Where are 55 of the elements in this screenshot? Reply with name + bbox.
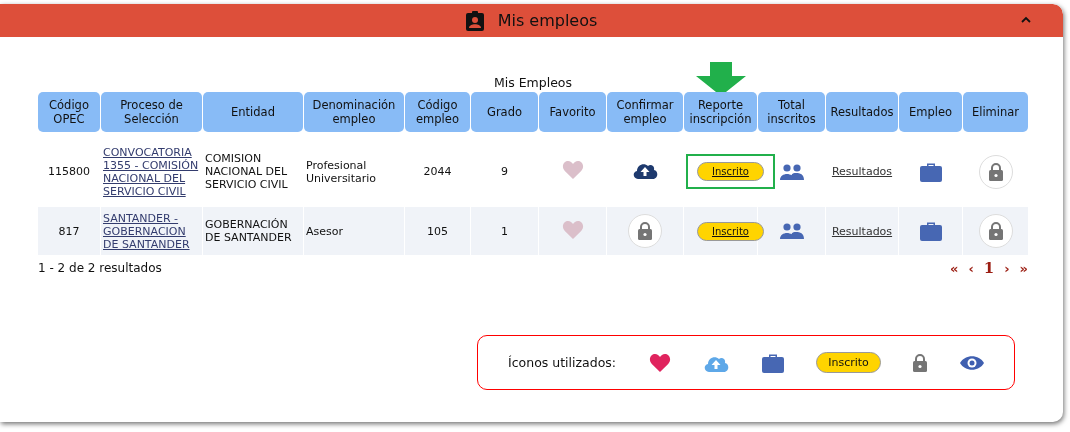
id-badge-icon bbox=[465, 10, 484, 31]
heart-icon[interactable] bbox=[648, 352, 671, 373]
lock-icon bbox=[638, 222, 652, 240]
table-cell: 1 bbox=[471, 207, 538, 255]
inscrito-badge[interactable]: Inscrito bbox=[697, 162, 764, 181]
eye-icon bbox=[959, 354, 984, 371]
briefcase-icon[interactable] bbox=[919, 161, 942, 182]
column-header: Entidad bbox=[203, 92, 303, 132]
legend-label: Íconos utilizados: bbox=[508, 355, 617, 370]
table-cell: 105 bbox=[405, 207, 470, 255]
column-header: Total inscritos bbox=[758, 92, 825, 132]
users-icon[interactable] bbox=[779, 163, 804, 180]
panel-title: Mis empleos bbox=[497, 11, 598, 30]
table-cell-text: COMISION NACIONAL DEL SERVICIO CIVIL bbox=[204, 151, 289, 193]
column-header: Empleo bbox=[899, 92, 962, 132]
column-header: Confirmar empleo bbox=[607, 92, 683, 132]
cloud-upload-icon[interactable] bbox=[632, 161, 658, 179]
inscrito-badge: Inscrito bbox=[816, 352, 881, 373]
briefcase-icon[interactable] bbox=[919, 221, 942, 241]
column-header: Resultados bbox=[826, 92, 898, 132]
results-summary: 1 - 2 de 2 resultados bbox=[38, 261, 162, 275]
users-icon[interactable] bbox=[779, 223, 804, 239]
column-header: Código OPEC bbox=[38, 92, 100, 132]
table-cell-text: Profesional Universitario bbox=[305, 157, 378, 187]
column-header: Favorito bbox=[539, 92, 606, 132]
table-cell: Asesor bbox=[304, 207, 404, 255]
process-link[interactable]: CONVOCATORIA 1355 - COMISIÓN NACIONAL DEL SERVICIO CIVIL bbox=[103, 145, 200, 198]
table-cell-text: 9 bbox=[500, 164, 509, 180]
column-header: Grado bbox=[471, 92, 538, 132]
column-header: Eliminar bbox=[963, 92, 1028, 132]
pagination-link[interactable]: » bbox=[1019, 260, 1028, 276]
table-caption: Mis Empleos bbox=[493, 75, 573, 92]
table-cell: GOBERNACIÓN DE SANTANDER bbox=[203, 207, 303, 255]
results-link[interactable]: Resultados bbox=[831, 165, 893, 178]
pagination-link[interactable]: 1 bbox=[983, 259, 995, 277]
lock-button[interactable] bbox=[978, 154, 1013, 189]
collapse-button[interactable] bbox=[1019, 14, 1033, 25]
inscrito-badge[interactable]: Inscrito bbox=[697, 221, 764, 241]
column-header: Proceso de Selección bbox=[101, 92, 202, 132]
table-cell-text: 115800 bbox=[47, 164, 91, 180]
table-cell-text: 2044 bbox=[422, 164, 453, 180]
column-header: Reporte inscripción bbox=[684, 92, 757, 132]
lock-icon bbox=[988, 162, 1003, 181]
table-cell: 817 bbox=[38, 207, 100, 255]
lock-button[interactable] bbox=[628, 214, 662, 248]
pagination-link[interactable]: « bbox=[950, 260, 959, 276]
pagination-link[interactable]: ‹ bbox=[968, 260, 974, 276]
column-header: Denominación empleo bbox=[304, 92, 404, 132]
lock-icon bbox=[988, 222, 1003, 240]
lock-icon bbox=[913, 353, 928, 372]
lock-button[interactable] bbox=[978, 214, 1013, 248]
chevron-icon bbox=[1021, 16, 1031, 23]
pagination-link[interactable]: › bbox=[1004, 260, 1010, 276]
briefcase-icon[interactable] bbox=[761, 352, 784, 373]
column-header: Código empleo bbox=[405, 92, 470, 132]
